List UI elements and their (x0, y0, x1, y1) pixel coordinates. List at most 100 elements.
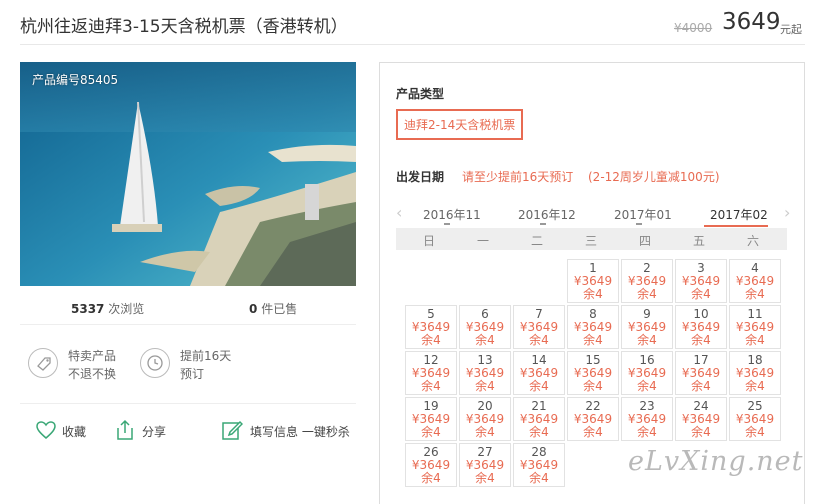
calendar-day-cell[interactable]: 8 ¥3649 余4 (567, 305, 619, 349)
product-type-label: 产品类型 (396, 87, 445, 101)
calendar-day-cell[interactable]: 28 ¥3649 余4 (513, 443, 565, 487)
calendar-day-cell[interactable]: 2 ¥3649 余4 (621, 259, 673, 303)
calendar-day-cell[interactable]: 4 ¥3649 余4 (729, 259, 781, 303)
calendar-day-cell[interactable]: 27 ¥3649 余4 (459, 443, 511, 487)
calendar-day-cell[interactable]: 17 ¥3649 余4 (675, 351, 727, 395)
stats-divider (20, 324, 356, 325)
month-tab-2017-01[interactable]: 2017年01 (614, 206, 672, 223)
calendar-day-cell[interactable]: 5 ¥3649 余4 (405, 305, 457, 349)
day-remaining: 余4 (691, 333, 711, 347)
views-stat: 5337 次浏览 (71, 300, 144, 317)
next-month-icon[interactable]: › (784, 203, 790, 222)
feature-advance-line2: 预订 (180, 367, 205, 381)
calendar-day-cell[interactable]: 23 ¥3649 余4 (621, 397, 673, 441)
tag-icon (28, 348, 58, 378)
day-remaining: 余4 (421, 379, 441, 393)
edit-icon[interactable] (221, 419, 243, 441)
calendar-day-cell[interactable]: 13 ¥3649 余4 (459, 351, 511, 395)
calendar-day-cell[interactable]: 21 ¥3649 余4 (513, 397, 565, 441)
month-tick (444, 223, 450, 225)
day-remaining: 余4 (421, 425, 441, 439)
favorite-button[interactable]: 收藏 (62, 423, 86, 440)
calendar-day-cell[interactable]: 7 ¥3649 余4 (513, 305, 565, 349)
month-tab-2016-12[interactable]: 2016年12 (518, 206, 576, 223)
day-remaining: 余4 (637, 333, 657, 347)
feature-advance-line1: 提前16天 (180, 349, 232, 363)
product-type-option[interactable]: 迪拜2-14天含税机票 (396, 109, 524, 140)
calendar-day-cell[interactable]: 15 ¥3649 余4 (567, 351, 619, 395)
watermark-text: eLvXing.net (628, 446, 804, 477)
weekday-tue: 二 (530, 234, 543, 248)
weekday-sat: 六 (746, 234, 759, 248)
product-title: 杭州往返迪拜3-15天含税机票（香港转机） (20, 17, 348, 37)
day-remaining: 余4 (529, 333, 549, 347)
calendar-day-cell[interactable]: 9 ¥3649 余4 (621, 305, 673, 349)
calendar-day-cell[interactable]: 12 ¥3649 余4 (405, 351, 457, 395)
clock-icon (140, 348, 170, 378)
day-remaining: 余4 (529, 425, 549, 439)
advance-booking-note: 请至少提前16天预订 (462, 170, 574, 184)
day-remaining: 余4 (529, 379, 549, 393)
calendar-day-cell[interactable]: 3 ¥3649 余4 (675, 259, 727, 303)
sold-stat: 0 件已售 (249, 300, 297, 317)
calendar-day-cell[interactable]: 16 ¥3649 余4 (621, 351, 673, 395)
calendar-day-cell[interactable]: 24 ¥3649 余4 (675, 397, 727, 441)
departure-date-label: 出发日期 (396, 170, 445, 184)
price-unit: 元起 (780, 23, 802, 36)
share-button[interactable]: 分享 (142, 423, 166, 440)
product-photo[interactable]: 产品编号85405 (20, 62, 356, 286)
month-tab-2017-02[interactable]: 2017年02 (710, 206, 768, 223)
weekday-thu: 四 (638, 234, 651, 248)
views-label: 次浏览 (108, 302, 145, 316)
dubai-photo (20, 62, 356, 286)
day-remaining: 余4 (475, 425, 495, 439)
calendar-day-cell[interactable]: 6 ¥3649 余4 (459, 305, 511, 349)
day-remaining: 余4 (475, 471, 495, 485)
share-icon[interactable] (114, 419, 136, 441)
day-remaining: 余4 (637, 425, 657, 439)
day-remaining: 余4 (745, 425, 765, 439)
prev-month-icon[interactable]: ‹ (396, 203, 402, 222)
title-divider (20, 44, 805, 45)
calendar-day-cell[interactable]: 18 ¥3649 余4 (729, 351, 781, 395)
calendar-day-cell[interactable]: 10 ¥3649 余4 (675, 305, 727, 349)
weekday-sun: 日 (422, 234, 435, 248)
day-remaining: 余4 (691, 425, 711, 439)
day-remaining: 余4 (475, 379, 495, 393)
weekday-wed: 三 (584, 234, 597, 248)
heart-icon[interactable] (35, 419, 57, 441)
calendar-day-cell[interactable]: 22 ¥3649 余4 (567, 397, 619, 441)
day-remaining: 余4 (475, 333, 495, 347)
day-remaining: 余4 (745, 333, 765, 347)
current-price: 3649 (722, 9, 781, 35)
day-remaining: 余4 (583, 333, 603, 347)
month-tab-2016-11[interactable]: 2016年11 (423, 206, 481, 223)
calendar-day-cell[interactable]: 25 ¥3649 余4 (729, 397, 781, 441)
feature-special: 特卖产品 不退不换 (68, 347, 116, 383)
calendar-day-cell[interactable]: 14 ¥3649 余4 (513, 351, 565, 395)
calendar-day-cell[interactable]: 20 ¥3649 余4 (459, 397, 511, 441)
calendar-day-cell[interactable]: 19 ¥3649 余4 (405, 397, 457, 441)
calendar-day-cell[interactable]: 1 ¥3649 余4 (567, 259, 619, 303)
fill-info-button[interactable]: 填写信息 一键秒杀 (250, 423, 350, 440)
weekday-header: 日 一 二 三 四 五 六 (396, 228, 787, 250)
weekday-mon: 一 (476, 234, 489, 248)
sold-label: 件已售 (261, 302, 298, 316)
day-remaining: 余4 (583, 287, 603, 301)
calendar-day-cell[interactable]: 11 ¥3649 余4 (729, 305, 781, 349)
features-divider (20, 403, 356, 404)
day-remaining: 余4 (745, 287, 765, 301)
feature-advance: 提前16天 预订 (180, 347, 231, 383)
day-remaining: 余4 (637, 379, 657, 393)
day-remaining: 余4 (691, 287, 711, 301)
month-tick (540, 223, 546, 225)
active-month-underline (704, 225, 768, 227)
day-remaining: 余4 (421, 471, 441, 485)
sold-count: 0 (249, 302, 258, 316)
calendar-day-cell[interactable]: 26 ¥3649 余4 (405, 443, 457, 487)
booking-panel: 产品类型 迪拜2-14天含税机票 出发日期 请至少提前16天预订 (2-12周岁… (379, 62, 805, 504)
feature-special-line2: 不退不换 (68, 367, 117, 381)
original-price: ¥4000 (674, 21, 713, 35)
weekday-fri: 五 (692, 234, 705, 248)
day-remaining: 余4 (421, 333, 441, 347)
